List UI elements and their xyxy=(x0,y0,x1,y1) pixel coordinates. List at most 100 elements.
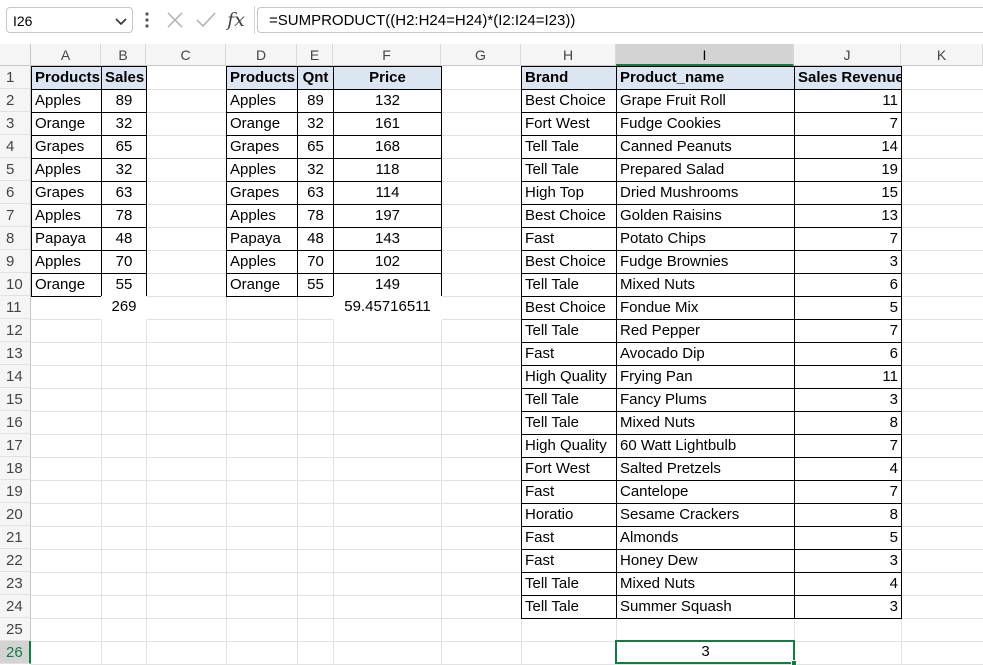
table3-cell[interactable]: Fast xyxy=(521,549,617,573)
table3-cell[interactable]: Almonds xyxy=(616,526,795,550)
table2-cell[interactable]: 168 xyxy=(333,135,442,159)
table1-cell[interactable]: 32 xyxy=(101,112,147,136)
table3-cell[interactable]: High Quality xyxy=(521,365,617,389)
column-header-i[interactable]: I xyxy=(616,44,794,66)
table3-cell[interactable]: 8 xyxy=(794,503,902,527)
cancel-icon[interactable] xyxy=(164,9,186,31)
table1-header-cell[interactable]: Products xyxy=(31,66,102,90)
row-header-26[interactable]: 26 xyxy=(0,641,31,664)
table1-cell[interactable]: Apples xyxy=(31,89,102,113)
table1-cell[interactable]: Apples xyxy=(31,250,102,274)
column-header-c[interactable]: C xyxy=(146,44,226,66)
table3-cell[interactable]: Fudge Cookies xyxy=(616,112,795,136)
table1-header-cell[interactable]: Sales xyxy=(101,66,147,90)
table2-cell[interactable]: 32 xyxy=(297,158,334,182)
row-header-15[interactable]: 15 xyxy=(0,388,31,411)
table2-cell[interactable]: 48 xyxy=(297,227,334,251)
table2-cell[interactable]: 118 xyxy=(333,158,442,182)
table3-cell[interactable]: Tell Tale xyxy=(521,572,617,596)
table2-header-cell[interactable]: Products xyxy=(226,66,298,90)
table2-cell[interactable]: 102 xyxy=(333,250,442,274)
table3-cell[interactable]: Tell Tale xyxy=(521,411,617,435)
table1-cell[interactable]: 32 xyxy=(101,158,147,182)
table3-cell[interactable]: Prepared Salad xyxy=(616,158,795,182)
row-header-19[interactable]: 19 xyxy=(0,480,31,503)
table3-cell[interactable]: Mixed Nuts xyxy=(616,273,795,297)
table3-cell[interactable]: 11 xyxy=(794,365,902,389)
row-header-18[interactable]: 18 xyxy=(0,457,31,480)
column-header-e[interactable]: E xyxy=(297,44,333,66)
table3-cell[interactable]: 11 xyxy=(794,89,902,113)
table2-cell[interactable]: 55 xyxy=(297,273,334,297)
table3-cell[interactable]: Best Choice xyxy=(521,89,617,113)
more-options-icon[interactable] xyxy=(139,9,155,31)
table3-cell[interactable]: 6 xyxy=(794,342,902,366)
table3-cell[interactable]: Fast xyxy=(521,480,617,504)
table3-cell[interactable]: Mixed Nuts xyxy=(616,411,795,435)
table3-cell[interactable]: Golden Raisins xyxy=(616,204,795,228)
table2-cell[interactable]: Apples xyxy=(226,250,298,274)
table3-cell[interactable]: Grape Fruit Roll xyxy=(616,89,795,113)
table3-cell[interactable]: Potato Chips xyxy=(616,227,795,251)
table1-cell[interactable]: 70 xyxy=(101,250,147,274)
table3-cell[interactable]: High Quality xyxy=(521,434,617,458)
table2-cell[interactable]: Orange xyxy=(226,273,298,297)
row-header-24[interactable]: 24 xyxy=(0,595,31,618)
table3-cell[interactable]: 7 xyxy=(794,434,902,458)
column-header-h[interactable]: H xyxy=(521,44,616,66)
table2-cell[interactable]: 197 xyxy=(333,204,442,228)
table2-cell[interactable]: Orange xyxy=(226,112,298,136)
column-header-j[interactable]: J xyxy=(794,44,901,66)
table1-cell[interactable]: Apples xyxy=(31,158,102,182)
table2-header-cell[interactable]: Qnt xyxy=(297,66,334,90)
row-header-5[interactable]: 5 xyxy=(0,158,31,181)
table3-cell[interactable]: Sesame Crackers xyxy=(616,503,795,527)
row-header-17[interactable]: 17 xyxy=(0,434,31,457)
table3-cell[interactable]: Tell Tale xyxy=(521,319,617,343)
table1-cell[interactable]: Apples xyxy=(31,204,102,228)
row-header-7[interactable]: 7 xyxy=(0,204,31,227)
row-header-23[interactable]: 23 xyxy=(0,572,31,595)
spreadsheet-grid[interactable]: ABCDEFGHIJK 1 2 3 4 5 6 7 8 9 10 11 12 13 14 15 16 17 18 1… xyxy=(0,44,983,665)
table2-cell[interactable]: 65 xyxy=(297,135,334,159)
table1-cell[interactable]: 78 xyxy=(101,204,147,228)
table3-cell[interactable]: 7 xyxy=(794,112,902,136)
table3-cell[interactable]: Summer Squash xyxy=(616,595,795,619)
table2-cell[interactable]: 149 xyxy=(333,273,442,297)
table1-cell[interactable]: Orange xyxy=(31,112,102,136)
table3-cell[interactable]: High Top xyxy=(521,181,617,205)
table2-cell[interactable]: Grapes xyxy=(226,135,298,159)
table3-cell[interactable]: Salted Pretzels xyxy=(616,457,795,481)
column-header-a[interactable]: A xyxy=(31,44,101,66)
insert-function-button[interactable]: fx xyxy=(224,6,248,34)
table3-cell[interactable]: Honey Dew xyxy=(616,549,795,573)
table3-cell[interactable]: Fast xyxy=(521,526,617,550)
table3-cell[interactable]: Avocado Dip xyxy=(616,342,795,366)
table1-cell[interactable]: 63 xyxy=(101,181,147,205)
table3-cell[interactable]: Tell Tale xyxy=(521,135,617,159)
select-all-corner[interactable] xyxy=(0,44,31,66)
row-header-20[interactable]: 20 xyxy=(0,503,31,526)
row-header-25[interactable]: 25 xyxy=(0,618,31,641)
table3-cell[interactable]: 15 xyxy=(794,181,902,205)
row-header-14[interactable]: 14 xyxy=(0,365,31,388)
table3-cell[interactable]: 19 xyxy=(794,158,902,182)
table3-cell[interactable]: 7 xyxy=(794,319,902,343)
table3-cell[interactable]: Frying Pan xyxy=(616,365,795,389)
name-box[interactable]: I26 xyxy=(6,7,133,33)
table3-cell[interactable]: 6 xyxy=(794,273,902,297)
table3-header-cell[interactable]: Product_name xyxy=(616,66,795,90)
table3-cell[interactable]: Red Pepper xyxy=(616,319,795,343)
table1-cell[interactable]: Grapes xyxy=(31,181,102,205)
table2-cell[interactable]: 132 xyxy=(333,89,442,113)
row-header-4[interactable]: 4 xyxy=(0,135,31,158)
table1-cell[interactable]: Grapes xyxy=(31,135,102,159)
table3-cell[interactable]: 60 Watt Lightbulb xyxy=(616,434,795,458)
row-header-22[interactable]: 22 xyxy=(0,549,31,572)
table3-cell[interactable]: 7 xyxy=(794,480,902,504)
table3-cell[interactable]: Fast xyxy=(521,227,617,251)
table1-cell[interactable]: 89 xyxy=(101,89,147,113)
table3-cell[interactable]: Mixed Nuts xyxy=(616,572,795,596)
table3-cell[interactable]: 5 xyxy=(794,296,902,320)
table2-cell[interactable]: 32 xyxy=(297,112,334,136)
